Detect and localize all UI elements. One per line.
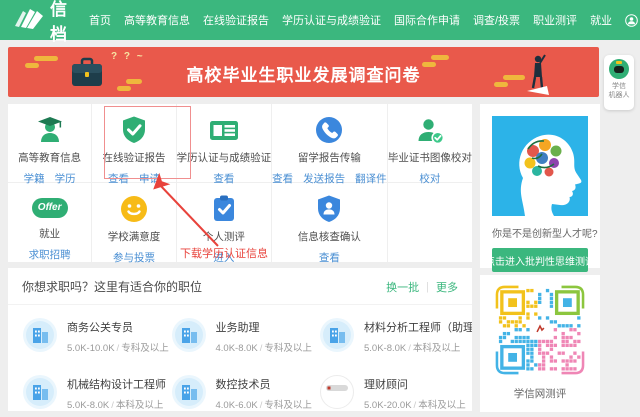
job-name: 机械结构设计工程师 xyxy=(67,379,166,391)
logo-book-icon xyxy=(14,7,44,34)
more-jobs-link[interactable]: 更多 xyxy=(436,279,458,295)
nav-item-employment[interactable]: 就业 xyxy=(590,12,612,28)
user-circle-icon xyxy=(625,13,638,27)
building-icon xyxy=(319,317,355,358)
nav-item-career-test[interactable]: 职业测评 xyxy=(533,12,577,28)
service-title: 在线验证报告 xyxy=(102,152,166,164)
job-degree: 本科及以上 xyxy=(412,343,461,354)
job-salary: 5.0K-10.0K xyxy=(67,343,115,354)
job-item[interactable]: 材料分析工程师（助理... 5.0K-8.0K / 本科及以上 xyxy=(319,317,472,358)
link-vote[interactable]: 参与投票 xyxy=(113,250,155,265)
job-name: 业务助理 xyxy=(215,322,260,334)
building-icon xyxy=(22,374,58,415)
service-title: 学校满意度 xyxy=(107,231,161,243)
job-degree: 本科及以上 xyxy=(115,400,164,411)
robot-avatar-icon xyxy=(609,59,629,79)
job-degree: 专科及以上 xyxy=(264,343,312,354)
job-item[interactable]: 业务助理 4.0K-8.0K / 专科及以上 xyxy=(171,317,320,358)
job-salary: 5.0K-20.0K xyxy=(364,400,412,411)
phone-transfer-icon xyxy=(314,115,344,145)
nav-item-home[interactable]: 首页 xyxy=(89,12,111,28)
nav-menu: 首页 高等教育信息 在线验证报告 学历认证与成绩验证 国际合作申请 调查/投票 … xyxy=(89,12,625,28)
job-name: 商务公关专员 xyxy=(67,322,133,334)
job-degree: 本科及以上 xyxy=(418,400,466,411)
building-icon xyxy=(22,317,58,358)
jobs-panel: 你想求职吗？这里有适合你的职位 换一批 | 更多 商务公关专员 5.0K-10.… xyxy=(8,268,472,411)
chatbot-widget[interactable]: 学信 机器人 xyxy=(604,55,634,110)
qr-card: 学信网测评 xyxy=(480,275,600,412)
service-card-empty xyxy=(388,183,472,262)
job-salary: 5.0K-8.0K xyxy=(67,400,110,411)
service-card-higher-edu: 高等教育信息 学籍 学历 xyxy=(8,104,93,185)
jobs-list: 商务公关专员 5.0K-10.0K / 专科及以上 业务助理 4.0K-8.0K / 专… xyxy=(8,305,472,415)
top-navbar: 学信档案 首页 高等教育信息 在线验证报告 学历认证与成绩验证 国际合作申请 调… xyxy=(0,0,640,69)
nav-item-online-report[interactable]: 在线验证报告 xyxy=(203,12,269,28)
divider: | xyxy=(426,280,429,293)
jobs-header: 你想求职吗？这里有适合你的职位 xyxy=(22,280,203,294)
job-name: 材料分析工程师（助理... xyxy=(364,322,472,334)
service-card-credential-verify: 学历认证与成绩验证 查看 xyxy=(176,104,273,185)
survey-banner[interactable]: ? ? ~ 高校毕业生职业发展调查问卷 xyxy=(8,47,599,97)
paper-plane-person-icon xyxy=(525,53,551,97)
person-check-icon xyxy=(415,115,445,145)
annotation-label: 下载学历认证信息 xyxy=(180,248,268,260)
robot-label-line2: 机器人 xyxy=(608,92,630,99)
job-name: 理财顾问 xyxy=(364,379,408,391)
id-card-icon xyxy=(208,115,240,145)
job-degree: 专科及以上 xyxy=(121,343,169,354)
service-title: 毕业证书图像校对 xyxy=(387,152,472,164)
service-card-online-report: 在线验证报告 查看 申请 xyxy=(92,104,177,185)
service-card-info-confirm: 信息核查确认 查看 xyxy=(272,183,388,265)
nav-item-higher-edu[interactable]: 高等教育信息 xyxy=(124,12,190,28)
shield-person-icon xyxy=(314,194,344,224)
job-item[interactable]: 商务公关专员 5.0K-10.0K / 专科及以上 xyxy=(22,317,171,358)
service-card-employment: Offer 就业 求职招聘 xyxy=(8,183,93,262)
brain-head-image xyxy=(492,116,588,216)
job-salary: 5.0K-8.0K xyxy=(364,343,407,354)
offer-badge-icon: Offer xyxy=(31,197,68,218)
job-item[interactable]: 机械结构设计工程师 5.0K-8.0K / 本科及以上 xyxy=(22,374,171,415)
qr-caption: 学信网测评 xyxy=(513,388,567,400)
clipboard-check-icon xyxy=(209,194,239,224)
job-salary: 4.0K-6.0K xyxy=(215,400,258,411)
nav-item-survey-vote[interactable]: 调查/投票 xyxy=(473,12,520,28)
job-item[interactable]: 理财顾问 5.0K-20.0K / 本科及以上 xyxy=(319,374,472,415)
nav-item-intl-coop[interactable]: 国际合作申请 xyxy=(394,12,460,28)
service-card-diploma-image: 毕业证书图像校对 校对 xyxy=(387,104,472,185)
link-job-hunting[interactable]: 求职招聘 xyxy=(29,247,71,262)
service-title: 个人测评 xyxy=(202,231,245,243)
smiley-icon xyxy=(119,194,149,224)
refresh-jobs-link[interactable]: 换一批 xyxy=(386,279,419,295)
job-degree: 专科及以上 xyxy=(264,400,312,411)
service-title: 学历认证与成绩验证 xyxy=(176,152,272,164)
service-card-school-satisfaction: 学校满意度 参与投票 xyxy=(92,183,177,265)
building-icon xyxy=(171,374,207,415)
shield-check-icon xyxy=(119,115,149,145)
service-title: 高等教育信息 xyxy=(18,152,82,164)
company-logo-icon xyxy=(319,374,355,415)
service-card-abroad-report: 留学报告传输 查看 发送报告 翻译件 xyxy=(272,104,388,185)
robot-label-line1: 学信 xyxy=(612,83,626,90)
service-title: 就业 xyxy=(39,228,61,240)
promo-question: 你是不是创新型人才呢? xyxy=(492,229,598,240)
service-title: 留学报告传输 xyxy=(297,152,361,164)
nav-item-credential-verify[interactable]: 学历认证与成绩验证 xyxy=(282,12,381,28)
job-name: 数控技术员 xyxy=(215,379,271,391)
critical-thinking-test-button[interactable]: 点击进入批判性思维测评 xyxy=(485,248,595,272)
building-icon xyxy=(171,317,207,358)
service-title: 信息核查确认 xyxy=(297,231,361,243)
job-salary: 4.0K-8.0K xyxy=(215,343,258,354)
critical-thinking-promo-card: 你是不是创新型人才呢? 点击进入批判性思维测评 xyxy=(480,104,600,272)
job-item[interactable]: 数控技术员 4.0K-6.0K / 专科及以上 xyxy=(171,374,320,415)
graduate-cap-icon xyxy=(35,115,65,145)
link-view-confirm[interactable]: 查看 xyxy=(319,250,340,265)
banner-title: 高校毕业生职业发展调查问卷 xyxy=(186,66,421,85)
qr-code-image xyxy=(495,285,585,375)
cloud-decor-icon xyxy=(422,55,449,67)
services-panel: 高等教育信息 学籍 学历 在线验证报告 查看 申请 学历认证与成绩验证 查看 留… xyxy=(8,104,472,265)
user-menu[interactable]: 个人中心 xyxy=(625,12,640,28)
